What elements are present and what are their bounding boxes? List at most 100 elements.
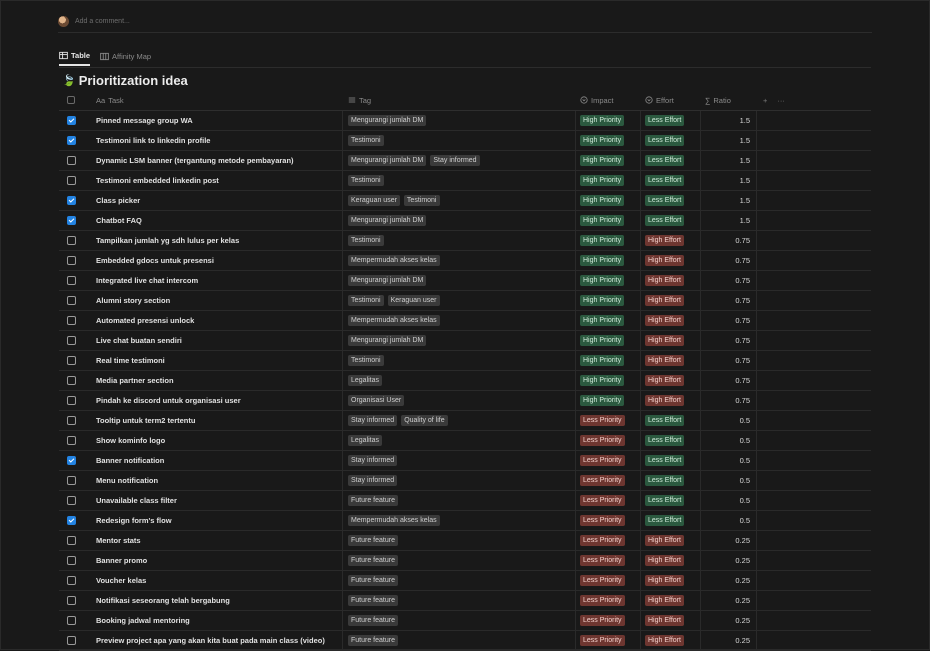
table-row[interactable]: Pinned message group WA Mengurangi jumlah…: [59, 111, 871, 131]
table-row[interactable]: Tooltip untuk term2 tertentu Stay informe…: [59, 411, 871, 431]
task-title[interactable]: Show kominfo logo: [96, 436, 165, 445]
done-checkbox[interactable]: [66, 256, 76, 265]
table-row[interactable]: Banner promo Future feature Less Priority H…: [59, 551, 871, 571]
tab-affinity-map[interactable]: Affinity Map: [100, 47, 151, 66]
task-title[interactable]: Tampilkan jumlah yg sdh lulus per kelas: [96, 236, 239, 245]
column-header-ratio-label: Ratio: [713, 95, 731, 105]
done-checkbox[interactable]: [66, 176, 76, 185]
table-row[interactable]: Pindah ke discord untuk organisasi user O…: [59, 391, 871, 411]
done-checkbox[interactable]: [66, 356, 76, 365]
column-header-ratio[interactable]: ∑ Ratio: [701, 90, 757, 110]
task-title[interactable]: Dynamic LSM banner (tergantung metode pe…: [96, 156, 294, 165]
done-checkbox[interactable]: [66, 316, 76, 325]
done-checkbox[interactable]: [66, 596, 76, 605]
done-checkbox[interactable]: [66, 236, 76, 245]
task-title[interactable]: Live chat buatan sendiri: [96, 336, 182, 345]
task-title[interactable]: Testimoni link to linkedin profile: [96, 136, 210, 145]
done-checkbox[interactable]: [66, 616, 76, 625]
table-row[interactable]: Booking jadwal mentoring Future feature Le…: [59, 611, 871, 631]
table-row[interactable]: Unavailable class filter Future feature Le…: [59, 491, 871, 511]
table-row[interactable]: Show kominfo logo Legalitas Less Priority L…: [59, 431, 871, 451]
task-title[interactable]: Real time testimoni: [96, 356, 165, 365]
done-checkbox[interactable]: [66, 336, 76, 345]
table-row[interactable]: Embedded gdocs untuk presensi Mempermudah…: [59, 251, 871, 271]
add-property-button[interactable]: +: [763, 96, 767, 105]
task-title[interactable]: Banner notification: [96, 456, 164, 465]
task-title[interactable]: Testimoni embedded linkedin post: [96, 176, 219, 185]
task-title[interactable]: Embedded gdocs untuk presensi: [96, 256, 214, 265]
done-checkbox[interactable]: [66, 116, 76, 125]
table-row[interactable]: Voucher kelas Future feature Less Priority…: [59, 571, 871, 591]
done-checkbox[interactable]: [66, 556, 76, 565]
ratio-value: 0.25: [735, 556, 750, 565]
done-checkbox[interactable]: [66, 216, 76, 225]
table-row[interactable]: Dynamic LSM banner (tergantung metode pe…: [59, 151, 871, 171]
table-row[interactable]: Integrated live chat intercom Mengurangi …: [59, 271, 871, 291]
table-row[interactable]: Media partner section Legalitas High Prior…: [59, 371, 871, 391]
table-row[interactable]: Notifikasi seseorang telah bergabung Futu…: [59, 591, 871, 611]
table-row[interactable]: Tampilkan jumlah yg sdh lulus per kelas T…: [59, 231, 871, 251]
tag-pill: Stay informed: [348, 415, 398, 426]
done-checkbox[interactable]: [66, 456, 76, 465]
done-checkbox[interactable]: [66, 136, 76, 145]
more-options-icon[interactable]: ···: [777, 96, 785, 105]
table-row[interactable]: Automated presensi unlock Mempermudah aks…: [59, 311, 871, 331]
done-checkbox[interactable]: [66, 376, 76, 385]
task-title[interactable]: Banner promo: [96, 556, 147, 565]
task-title[interactable]: Pinned message group WA: [96, 116, 193, 125]
comment-bar[interactable]: Add a comment...: [58, 10, 872, 33]
done-checkbox[interactable]: [66, 396, 76, 405]
table-row[interactable]: Redesign form's flow Mempermudah akses ke…: [59, 511, 871, 531]
task-title[interactable]: Integrated live chat intercom: [96, 276, 198, 285]
task-title[interactable]: Notifikasi seseorang telah bergabung: [96, 596, 230, 605]
done-checkbox[interactable]: [66, 496, 76, 505]
table-row[interactable]: Live chat buatan sendiri Mengurangi jumla…: [59, 331, 871, 351]
done-checkbox[interactable]: [66, 276, 76, 285]
column-header-impact[interactable]: Impact: [576, 90, 641, 110]
done-checkbox[interactable]: [66, 416, 76, 425]
task-title[interactable]: Media partner section: [96, 376, 174, 385]
done-checkbox[interactable]: [66, 296, 76, 305]
table-row[interactable]: Testimoni link to linkedin profile Testim…: [59, 131, 871, 151]
done-checkbox[interactable]: [66, 196, 76, 205]
table-row[interactable]: Mentor stats Future feature Less Priority H…: [59, 531, 871, 551]
impact-pill: High Priority: [580, 115, 625, 126]
table-row[interactable]: Banner notification Stay informed Less Pri…: [59, 451, 871, 471]
done-checkbox[interactable]: [66, 436, 76, 445]
table-row[interactable]: Preview project apa yang akan kita buat …: [59, 631, 871, 651]
table-row[interactable]: Menu notification Stay informed Less Prior…: [59, 471, 871, 491]
table-row[interactable]: Class picker Keraguan user Testimoni High P…: [59, 191, 871, 211]
done-checkbox[interactable]: [66, 536, 76, 545]
task-title[interactable]: Tooltip untuk term2 tertentu: [96, 416, 195, 425]
tab-table[interactable]: Table: [59, 47, 91, 66]
table-row[interactable]: Testimoni embedded linkedin post Testimon…: [59, 171, 871, 191]
done-checkbox[interactable]: [66, 476, 76, 485]
impact-pill: High Priority: [580, 235, 625, 246]
select-all-checkbox[interactable]: [67, 96, 75, 104]
task-title[interactable]: Voucher kelas: [96, 576, 146, 585]
table-row[interactable]: Alumni story section Testimoni Keraguan us…: [59, 291, 871, 311]
column-header-task[interactable]: Aa Task: [83, 90, 343, 110]
column-header-effort[interactable]: Effort: [641, 90, 701, 110]
task-title[interactable]: Automated presensi unlock: [96, 316, 194, 325]
task-title[interactable]: Class picker: [96, 196, 140, 205]
task-title[interactable]: Booking jadwal mentoring: [96, 616, 190, 625]
task-title[interactable]: Redesign form's flow: [96, 516, 172, 525]
table-row[interactable]: Chatbot FAQ Mengurangi jumlah DM High Prio…: [59, 211, 871, 231]
done-checkbox[interactable]: [66, 576, 76, 585]
task-title[interactable]: Unavailable class filter: [96, 496, 177, 505]
task-title[interactable]: Pindah ke discord untuk organisasi user: [96, 396, 241, 405]
done-checkbox[interactable]: [66, 516, 76, 525]
task-title[interactable]: Menu notification: [96, 476, 158, 485]
comment-input[interactable]: Add a comment...: [75, 18, 130, 25]
task-title[interactable]: Alumni story section: [96, 296, 170, 305]
done-checkbox[interactable]: [66, 636, 76, 645]
column-header-tag[interactable]: Tag: [343, 90, 576, 110]
task-title[interactable]: Chatbot FAQ: [96, 216, 142, 225]
impact-pill: Less Priority: [580, 515, 625, 526]
table-row[interactable]: Real time testimoni Testimoni High Priorit…: [59, 351, 871, 371]
task-title[interactable]: Preview project apa yang akan kita buat …: [96, 636, 325, 645]
impact-pill: Less Priority: [580, 595, 625, 606]
done-checkbox[interactable]: [66, 156, 76, 165]
task-title[interactable]: Mentor stats: [96, 536, 141, 545]
